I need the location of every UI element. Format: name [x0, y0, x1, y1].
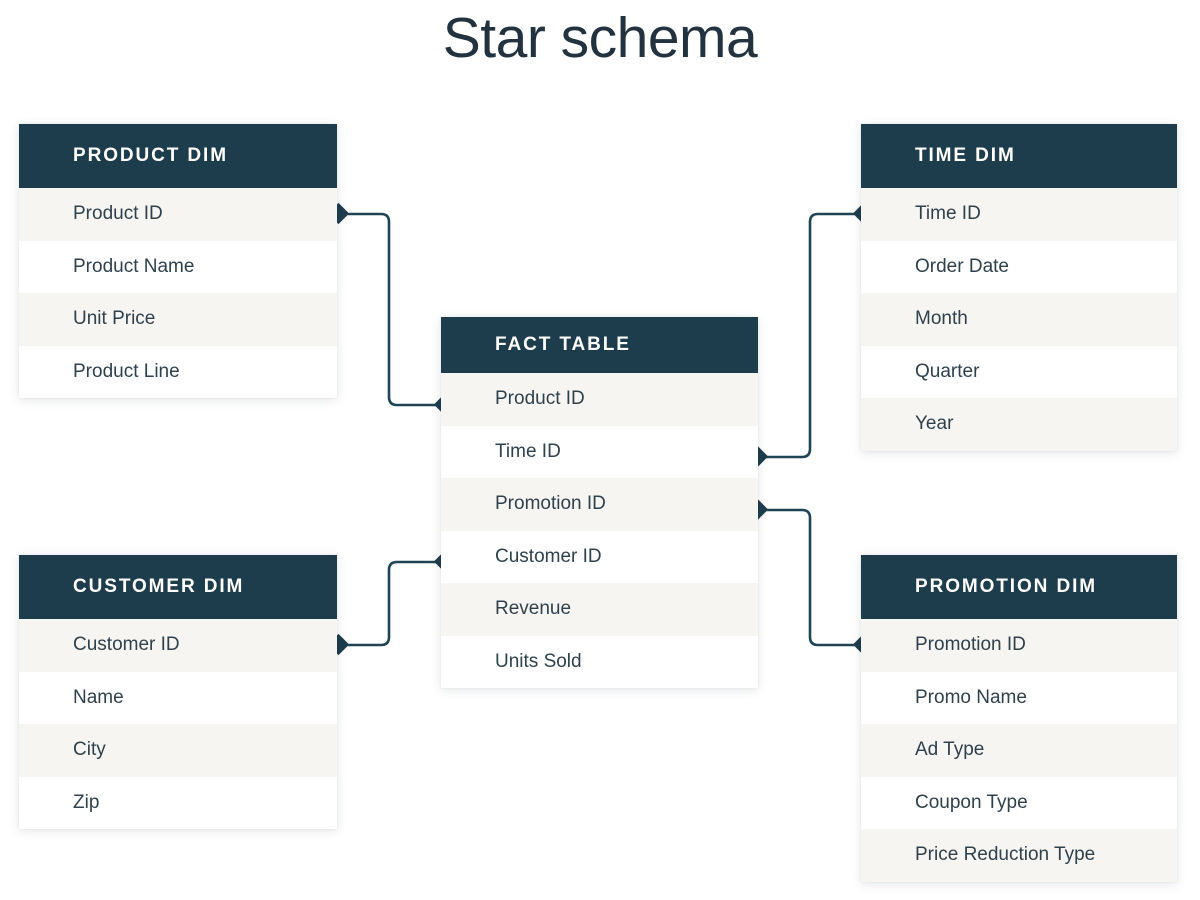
table-row[interactable]: Product ID [19, 188, 337, 241]
connector-fact-to-time [746, 202, 875, 468]
table-row[interactable]: Units Sold [441, 635, 758, 688]
connector-customer-to-fact [327, 550, 456, 656]
table-fact[interactable]: FACT TABLE Product ID Time ID Promotion … [441, 317, 758, 688]
table-row[interactable]: Year [861, 398, 1177, 451]
table-row[interactable]: Product ID [441, 373, 758, 426]
table-fact-fields: Product ID Time ID Promotion ID Customer… [441, 373, 758, 688]
connector-product-to-fact [327, 202, 456, 416]
table-row[interactable]: Promo Name [861, 671, 1177, 724]
table-row[interactable]: Zip [19, 776, 337, 829]
table-row[interactable]: Ad Type [861, 724, 1177, 777]
table-time-dim[interactable]: TIME DIM Time ID Order Date Month Quarte… [861, 124, 1177, 451]
table-row[interactable]: Customer ID [19, 619, 337, 672]
table-product-dim-fields: Product ID Product Name Unit Price Produ… [19, 188, 337, 398]
table-row[interactable]: Quarter [861, 345, 1177, 398]
table-row[interactable]: Price Reduction Type [861, 829, 1177, 882]
diagram-canvas: Star schema PRODUCT DIM Product ID Produ… [0, 0, 1200, 900]
page-title: Star schema [442, 6, 758, 70]
table-customer-dim[interactable]: CUSTOMER DIM Customer ID Name City Zip [19, 555, 337, 829]
table-row[interactable]: City [19, 724, 337, 777]
table-row[interactable]: Product Name [19, 240, 337, 293]
table-row[interactable]: Order Date [861, 240, 1177, 293]
table-customer-dim-fields: Customer ID Name City Zip [19, 619, 337, 829]
table-row[interactable]: Time ID [861, 188, 1177, 241]
table-time-dim-title: TIME DIM [861, 124, 1177, 188]
table-fact-title: FACT TABLE [441, 317, 758, 373]
table-customer-dim-title: CUSTOMER DIM [19, 555, 337, 619]
connector-fact-to-promotion [746, 498, 875, 656]
table-row[interactable]: Customer ID [441, 530, 758, 583]
table-row[interactable]: Product Line [19, 345, 337, 398]
table-row[interactable]: Promotion ID [441, 478, 758, 531]
table-row[interactable]: Coupon Type [861, 776, 1177, 829]
table-promotion-dim-fields: Promotion ID Promo Name Ad Type Coupon T… [861, 619, 1177, 882]
table-row[interactable]: Time ID [441, 425, 758, 478]
table-row[interactable]: Unit Price [19, 293, 337, 346]
table-row[interactable]: Month [861, 293, 1177, 346]
table-time-dim-fields: Time ID Order Date Month Quarter Year [861, 188, 1177, 451]
table-product-dim[interactable]: PRODUCT DIM Product ID Product Name Unit… [19, 124, 337, 398]
table-promotion-dim[interactable]: PROMOTION DIM Promotion ID Promo Name Ad… [861, 555, 1177, 882]
table-row[interactable]: Name [19, 671, 337, 724]
table-row[interactable]: Revenue [441, 583, 758, 636]
table-row[interactable]: Promotion ID [861, 619, 1177, 672]
table-promotion-dim-title: PROMOTION DIM [861, 555, 1177, 619]
table-product-dim-title: PRODUCT DIM [19, 124, 337, 188]
